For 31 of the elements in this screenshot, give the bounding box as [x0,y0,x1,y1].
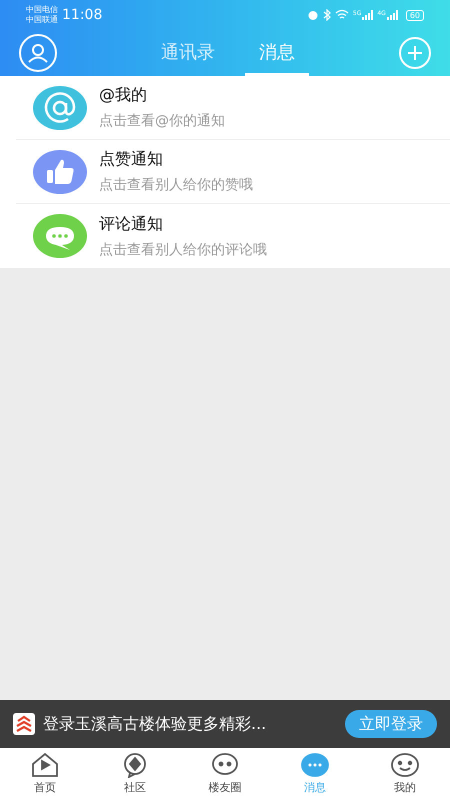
nav-tab[interactable]: 社区 [90,748,180,800]
nav-tab[interactable]: 我的 [360,748,450,800]
add-button[interactable] [399,37,431,69]
bluetooth-icon [322,9,331,21]
clock-time: 11:08 [62,6,102,24]
notification-subtitle: 点击查看别人给你的赞哦 [99,176,253,195]
chat-bubble-icon [300,752,330,778]
notification-item[interactable]: 评论通知 点击查看别人给你的评论哦 [16,204,450,268]
notification-subtitle: 点击查看@你的通知 [99,112,225,131]
notification-title: 点赞通知 [99,148,164,170]
carrier-name: 中国联通 [26,15,58,25]
nav-tab[interactable]: 楼友圈 [180,748,270,800]
notification-item[interactable]: 点赞通知 点击查看别人给你的赞哦 [16,140,450,204]
signal-icon [386,10,398,20]
notification-subtitle: 点击查看别人给你的评论哦 [99,240,267,260]
person-icon [26,41,50,65]
profile-button[interactable] [19,34,57,72]
notification-title: @我的 [99,84,148,106]
login-prompt: 登录玉溪高古楼体验更多精彩... [43,713,266,735]
app-logo-icon [13,713,35,735]
carrier-name: 中国电信 [26,5,58,15]
plus-icon [406,44,424,62]
smiley-icon [390,752,420,778]
battery-indicator: 60 [406,10,424,20]
wifi-icon [334,9,349,21]
chat-bubble-icon [210,752,240,778]
house-icon [30,752,60,778]
notification-title: 评论通知 [99,212,164,234]
nav-tab[interactable]: 首页 [0,748,90,800]
signal-icon [361,10,374,20]
notification-item[interactable]: @我的 点击查看@你的通知 [16,76,450,140]
